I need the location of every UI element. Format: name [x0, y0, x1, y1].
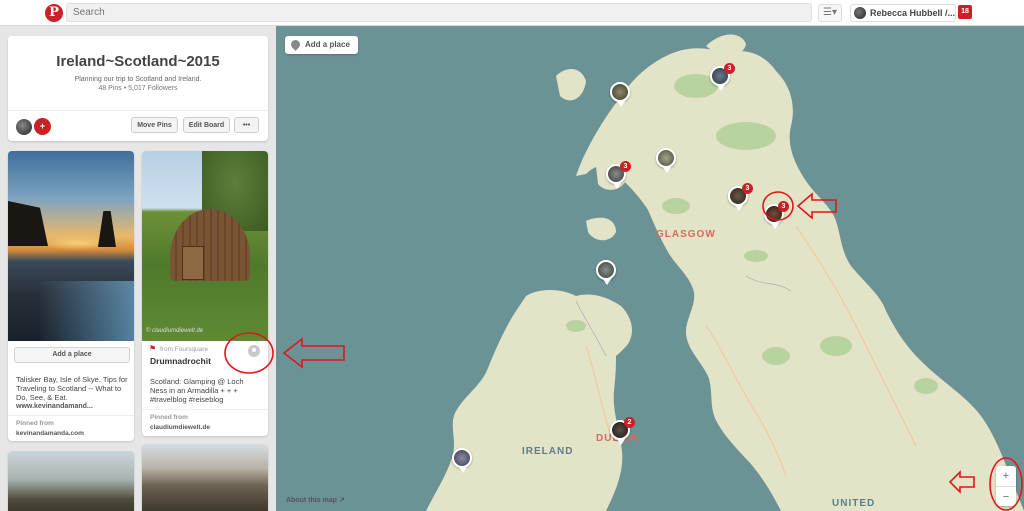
- user-profile-button[interactable]: Rebecca Hubbell /...: [850, 4, 956, 22]
- edit-board-button[interactable]: Edit Board: [183, 117, 230, 133]
- pin-card[interactable]: [142, 444, 268, 511]
- pinned-from-source[interactable]: kevinandamanda.com: [16, 430, 84, 437]
- map-marker[interactable]: [610, 82, 630, 107]
- add-collaborator-icon[interactable]: +: [34, 118, 51, 135]
- map-marker[interactable]: 3: [710, 63, 735, 91]
- place-name[interactable]: Drumnadrochit: [150, 356, 211, 366]
- board-header-card: Ireland~Scotland~2015 Planning our trip …: [8, 36, 268, 141]
- map-marker[interactable]: 3: [728, 183, 753, 211]
- annotation-circle: [224, 332, 274, 374]
- pin-card[interactable]: © claudiumdiewelt.de ⚑ from Foursquare D…: [142, 151, 268, 436]
- marker-count-badge: 3: [724, 63, 735, 74]
- pin-link[interactable]: www.kevinandamand...: [16, 403, 93, 410]
- about-this-map-link[interactable]: About this map ↗: [286, 496, 345, 504]
- pin-description: Talisker Bay, Isle of Skye. Tips for Tra…: [16, 375, 128, 402]
- map-marker[interactable]: 3: [606, 161, 631, 189]
- add-place-label: Add a place: [305, 40, 350, 49]
- more-options-button[interactable]: •••: [234, 117, 259, 133]
- board-description: Planning our trip to Scotland and Irelan…: [74, 76, 202, 83]
- notifications-badge[interactable]: 18: [958, 5, 972, 19]
- map-pin-icon: [289, 38, 302, 51]
- foursquare-icon: ⚑: [149, 344, 157, 353]
- image-watermark: © claudiumdiewelt.de: [146, 328, 204, 334]
- map-label-ireland: IRELAND: [522, 446, 574, 457]
- divider: [8, 110, 268, 111]
- pin-description: Scotland: Glamping @ Loch Ness in an Arm…: [150, 377, 244, 404]
- pin-image[interactable]: [8, 451, 134, 511]
- map-marker[interactable]: [596, 260, 616, 285]
- pin-card[interactable]: Add a place Talisker Bay, Isle of Skye. …: [8, 151, 134, 441]
- divider: [8, 415, 134, 416]
- annotation-zoom-highlight: [948, 457, 1023, 511]
- search-input[interactable]: [66, 3, 812, 22]
- map-marker[interactable]: 2: [610, 417, 635, 445]
- pinterest-logo-icon[interactable]: P: [45, 4, 63, 22]
- divider: [142, 409, 268, 410]
- annotation-arrow-location: [282, 337, 345, 369]
- pinned-from-label: Pinned from: [150, 414, 188, 421]
- pin-image[interactable]: © claudiumdiewelt.de: [142, 151, 268, 341]
- pinned-from-label: Pinned from: [16, 420, 54, 427]
- map-marker[interactable]: [452, 448, 472, 473]
- pin-image[interactable]: [142, 444, 268, 511]
- avatar: [854, 7, 866, 19]
- pinned-from-source[interactable]: claudiumdiewelt.de: [150, 424, 210, 431]
- menu-button[interactable]: ☰▾: [818, 4, 842, 22]
- pin-card[interactable]: [8, 451, 134, 511]
- map-view[interactable]: Add a place About this map ↗ + − GLASGOW…: [276, 26, 1024, 511]
- board-column: Ireland~Scotland~2015 Planning our trip …: [0, 26, 276, 511]
- map-canvas[interactable]: [276, 26, 1024, 511]
- user-name: Rebecca Hubbell /...: [870, 8, 956, 18]
- board-stats: 48 Pins • 5,017 Followers: [98, 85, 178, 92]
- place-source: from Foursquare: [160, 346, 209, 353]
- map-label-glasgow: GLASGOW: [656, 229, 716, 240]
- add-place-button[interactable]: Add a place: [14, 347, 130, 363]
- map-marker[interactable]: [656, 148, 676, 173]
- marker-count-badge: 2: [624, 417, 635, 428]
- marker-count-badge: 3: [620, 161, 631, 172]
- add-place-map-button[interactable]: Add a place: [285, 36, 358, 54]
- top-bar: P ☰▾ Rebecca Hubbell /... 18: [0, 0, 1024, 26]
- map-label-united: UNITED: [832, 498, 876, 509]
- pin-image[interactable]: [8, 151, 134, 341]
- marker-count-badge: 3: [742, 183, 753, 194]
- collaborator-avatar[interactable]: [16, 119, 32, 135]
- move-pins-button[interactable]: Move Pins: [131, 117, 178, 133]
- annotation-arrow-marker: [762, 191, 837, 221]
- board-title: Ireland~Scotland~2015: [56, 53, 220, 70]
- hamburger-icon: ☰▾: [823, 7, 837, 18]
